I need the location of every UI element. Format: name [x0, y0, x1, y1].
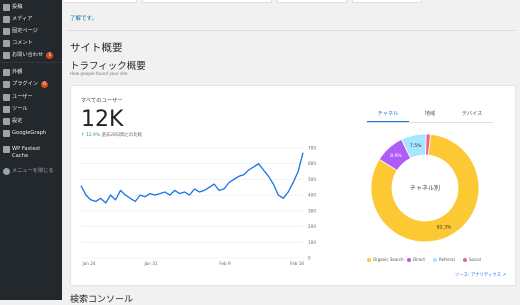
legend-label: Referral [439, 257, 455, 262]
sidebar-item[interactable]: プラグイン 6 [0, 79, 62, 91]
notice-card [142, 0, 272, 3]
tab-region[interactable]: 地域 [409, 108, 451, 121]
sidebar-item-label: お問い合わせ [12, 52, 44, 58]
sidebar-item-label: プラグイン [12, 81, 38, 87]
brush-icon [3, 69, 10, 76]
sidebar-item-label: コメント [12, 40, 33, 46]
sidebar-item-label: Cache [12, 153, 29, 159]
legend-label: Organic Search [373, 257, 404, 262]
sidebar-item[interactable]: WP Fastest Cache [0, 144, 62, 159]
sidebar-item[interactable]: ユーザー [0, 92, 62, 104]
next-section-title: 検索コンソール [70, 295, 134, 305]
media-icon [3, 16, 10, 23]
section-subtitle: How people found your site [70, 71, 128, 76]
breakdown-tabs: チャネル 地域 デバイス [367, 108, 493, 122]
users-title: すべてのユーザー [81, 98, 123, 104]
sidebar-item-label: GoogleGraph [12, 130, 47, 136]
legend-label: Social [469, 257, 481, 262]
cache-icon [3, 146, 10, 153]
users-change: ↑ 12.9% 過去28日間との比較 [81, 132, 142, 138]
sidebar-item[interactable]: 設定 [0, 116, 62, 128]
traffic-card: すべてのユーザー 12K ↑ 12.9% 過去28日間との比較 0 100 200 3… [70, 85, 516, 286]
y-tick-label: 100 [308, 240, 316, 245]
sidebar-item-label: 固定ページ [12, 28, 38, 34]
notice-dismiss-link[interactable]: 了解です。 [70, 14, 97, 22]
tabs-underline [367, 122, 493, 123]
sidebar-item[interactable]: GoogleGraph [0, 128, 62, 140]
wrench-icon [3, 106, 10, 113]
y-tick-label: 300 [308, 208, 316, 213]
legend-swatch [367, 257, 371, 262]
source-link[interactable]: ソース: アナリティクス ↗ [455, 272, 506, 278]
sidebar-item-label: 投稿 [12, 4, 23, 10]
legend-swatch [407, 257, 411, 262]
collapse-menu-button[interactable]: メニューを閉じる [0, 166, 62, 178]
change-percent: ↑ 12.9% [81, 133, 101, 138]
sidebar-item-label: 設定 [12, 118, 23, 124]
y-tick-label: 200 [308, 224, 316, 229]
section-title: トラフィック概要 [70, 61, 146, 72]
slice-data-label: 8.9% [390, 153, 402, 159]
y-tick-label: 0 [308, 256, 311, 261]
y-tick-label: 400 [308, 193, 316, 198]
x-tick-label: Jan 31 [143, 261, 157, 266]
y-tick-label: 700 [308, 146, 316, 151]
sidebar-item-label: 外観 [12, 69, 23, 75]
y-tick-label: 500 [308, 177, 316, 182]
users-line-chart: 0 100 200 300 400 500 600 700 Jan 24 Jan 31 Feb 9 F… [80, 146, 316, 266]
tab-device[interactable]: デバイス [451, 108, 493, 121]
series-line [80, 152, 304, 204]
settings-icon [3, 118, 10, 125]
user-icon [3, 94, 10, 101]
y-tick-label: 600 [308, 161, 316, 166]
notice-card [62, 0, 137, 3]
channel-donut-chart: 82.3% 8.9% 7.5% チャネル別 [370, 133, 480, 243]
sidebar-item[interactable]: 外観 [0, 67, 62, 79]
notice-card [277, 0, 347, 3]
sidebar-item[interactable]: 固定ページ [0, 26, 62, 38]
legend-item: Direct [407, 257, 425, 262]
legend-item: Social [463, 257, 481, 262]
x-tick-label: Feb 16 [290, 261, 304, 266]
mail-icon [3, 52, 10, 59]
source-link-text: ソース: アナリティクス [455, 273, 502, 278]
slice-data-label: 7.5% [410, 143, 422, 149]
sidebar-item[interactable]: コメント [0, 38, 62, 50]
tab-channel[interactable]: チャネル [367, 108, 409, 122]
x-tick-label: Feb 9 [219, 261, 231, 266]
legend-swatch [463, 257, 467, 262]
sidebar-separator [0, 62, 62, 63]
donut-center-title: チャネル別 [410, 184, 440, 192]
sidebar-item-label: メディア [12, 16, 33, 22]
legend-item: Organic Search [367, 257, 404, 262]
legend-label: Direct [413, 257, 425, 262]
legend-swatch [433, 257, 437, 262]
sidebar-item[interactable]: お問い合わせ 1 [0, 50, 62, 62]
sidebar-item-label: ユーザー [12, 94, 33, 100]
count-badge: 1 [46, 52, 54, 59]
sidebar-item-label: ツール [12, 106, 28, 112]
plugin-icon [3, 81, 10, 88]
admin-sidebar: 投稿メディア固定ページコメントお問い合わせ 1 外観プラグイン 6 ユーザーツール設定 G… [0, 0, 62, 300]
collapse-icon [3, 168, 10, 175]
notice-card [352, 0, 422, 3]
x-tick-label: Jan 24 [81, 261, 95, 266]
divider [66, 30, 516, 31]
sidebar-item[interactable]: 投稿 [0, 2, 62, 14]
legend-item: Referral [433, 257, 455, 262]
page-title: サイト概要 [70, 42, 123, 54]
page-icon [3, 28, 10, 35]
pin-icon [3, 4, 10, 11]
graph-icon [3, 130, 10, 137]
count-badge: 6 [41, 81, 48, 88]
users-value: 12K [81, 107, 124, 132]
collapse-label: メニューを閉じる [12, 168, 54, 174]
external-link-icon: ↗ [502, 273, 507, 278]
sidebar-item[interactable]: メディア [0, 14, 62, 26]
change-label: 過去28日間との比較 [101, 133, 143, 138]
slice-data-label: 82.3% [437, 225, 452, 231]
sidebar-item[interactable]: ツール [0, 104, 62, 116]
comment-icon [3, 40, 10, 47]
